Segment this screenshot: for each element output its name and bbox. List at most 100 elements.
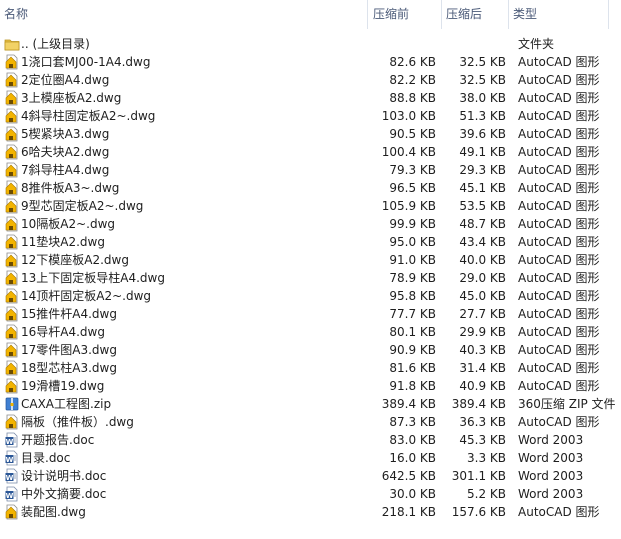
compressed-size: 53.5 KB xyxy=(459,199,506,213)
compressed-size: 45.0 KB xyxy=(459,289,506,303)
file-row[interactable]: W 开题报告.doc 83.0 KB 45.3 KB Word 2003 xyxy=(0,431,621,449)
original-size: 16.0 KB xyxy=(389,451,436,465)
column-divider[interactable] xyxy=(367,0,368,29)
autocad-file-icon xyxy=(4,144,20,160)
compressed-size: 40.9 KB xyxy=(459,379,506,393)
file-row[interactable]: 1浇口套MJ00-1A4.dwg 82.6 KB 32.5 KB AutoCAD 图形 xyxy=(0,53,621,71)
folder-icon xyxy=(4,36,20,52)
original-size: 81.6 KB xyxy=(389,361,436,375)
file-row[interactable]: 隔板（推件板）.dwg 87.3 KB 36.3 KB AutoCAD 图形 xyxy=(0,413,621,431)
file-name: 5楔紧块A3.dwg xyxy=(21,127,110,141)
file-type: Word 2003 xyxy=(518,451,584,465)
compressed-size: 32.5 KB xyxy=(459,55,506,69)
file-name: 9型芯固定板A2~.dwg xyxy=(21,199,144,213)
file-row[interactable]: 10隔板A2~.dwg 99.9 KB 48.7 KB AutoCAD 图形 xyxy=(0,215,621,233)
file-row[interactable]: W 目录.doc 16.0 KB 3.3 KB Word 2003 xyxy=(0,449,621,467)
svg-text:W: W xyxy=(6,474,14,482)
file-type: AutoCAD 图形 xyxy=(518,181,600,195)
autocad-file-icon xyxy=(4,126,20,142)
file-type: AutoCAD 图形 xyxy=(518,127,600,141)
file-type: AutoCAD 图形 xyxy=(518,163,600,177)
file-type: AutoCAD 图形 xyxy=(518,379,600,393)
file-row[interactable]: W 中外文摘要.doc 30.0 KB 5.2 KB Word 2003 xyxy=(0,485,621,503)
file-type: AutoCAD 图形 xyxy=(518,73,600,87)
file-type: Word 2003 xyxy=(518,433,584,447)
original-size: 82.2 KB xyxy=(389,73,436,87)
file-name: 1浇口套MJ00-1A4.dwg xyxy=(21,55,151,69)
file-row[interactable]: W 设计说明书.doc 642.5 KB 301.1 KB Word 2003 xyxy=(0,467,621,485)
file-row[interactable]: 11垫块A2.dwg 95.0 KB 43.4 KB AutoCAD 图形 xyxy=(0,233,621,251)
column-header-type[interactable]: 类型 xyxy=(513,0,537,29)
file-name: 开题报告.doc xyxy=(21,433,95,447)
column-divider[interactable] xyxy=(508,0,509,29)
file-type: 文件夹 xyxy=(518,37,555,51)
file-name: 装配图.dwg xyxy=(21,505,86,519)
file-type: AutoCAD 图形 xyxy=(518,271,600,285)
file-row[interactable]: .. (上级目录) 文件夹 xyxy=(0,35,621,53)
file-type: Word 2003 xyxy=(518,469,584,483)
file-row[interactable]: 16导杆A4.dwg 80.1 KB 29.9 KB AutoCAD 图形 xyxy=(0,323,621,341)
file-row[interactable]: CAXA工程图.zip 389.4 KB 389.4 KB 360压缩 ZIP 文件 xyxy=(0,395,621,413)
original-size: 218.1 KB xyxy=(381,505,436,519)
compressed-size: 40.3 KB xyxy=(459,343,506,357)
file-type: Word 2003 xyxy=(518,487,584,501)
original-size: 80.1 KB xyxy=(389,325,436,339)
file-type: AutoCAD 图形 xyxy=(518,343,600,357)
original-size: 100.4 KB xyxy=(381,145,436,159)
autocad-file-icon xyxy=(4,324,20,340)
file-row[interactable]: 17零件图A3.dwg 90.9 KB 40.3 KB AutoCAD 图形 xyxy=(0,341,621,359)
file-row[interactable]: 19滑槽19.dwg 91.8 KB 40.9 KB AutoCAD 图形 xyxy=(0,377,621,395)
file-row[interactable]: 4斜导柱固定板A2~.dwg 103.0 KB 51.3 KB AutoCAD 图形 xyxy=(0,107,621,125)
compressed-size: 36.3 KB xyxy=(459,415,506,429)
file-name: 中外文摘要.doc xyxy=(21,487,107,501)
column-header-name[interactable]: 名称 xyxy=(4,0,28,29)
column-divider[interactable] xyxy=(608,0,609,29)
autocad-file-icon xyxy=(4,342,20,358)
compressed-size: 301.1 KB xyxy=(451,469,506,483)
file-row[interactable]: 13上下固定板导柱A4.dwg 78.9 KB 29.0 KB AutoCAD 图形 xyxy=(0,269,621,287)
file-name: 目录.doc xyxy=(21,451,71,465)
original-size: 105.9 KB xyxy=(381,199,436,213)
file-row[interactable]: 12下模座板A2.dwg 91.0 KB 40.0 KB AutoCAD 图形 xyxy=(0,251,621,269)
original-size: 30.0 KB xyxy=(389,487,436,501)
original-size: 82.6 KB xyxy=(389,55,436,69)
column-divider[interactable] xyxy=(441,0,442,29)
column-header-compressed-size[interactable]: 压缩后 xyxy=(446,0,482,29)
compressed-size: 45.1 KB xyxy=(459,181,506,195)
file-row[interactable]: 15推件杆A4.dwg 77.7 KB 27.7 KB AutoCAD 图形 xyxy=(0,305,621,323)
file-row[interactable]: 7斜导柱A4.dwg 79.3 KB 29.3 KB AutoCAD 图形 xyxy=(0,161,621,179)
file-row[interactable]: 2定位圈A4.dwg 82.2 KB 32.5 KB AutoCAD 图形 xyxy=(0,71,621,89)
compressed-size: 45.3 KB xyxy=(459,433,506,447)
file-row[interactable]: 18型芯柱A3.dwg 81.6 KB 31.4 KB AutoCAD 图形 xyxy=(0,359,621,377)
file-type: AutoCAD 图形 xyxy=(518,361,600,375)
original-size: 95.0 KB xyxy=(389,235,436,249)
file-row[interactable]: 装配图.dwg 218.1 KB 157.6 KB AutoCAD 图形 xyxy=(0,503,621,521)
compressed-size: 43.4 KB xyxy=(459,235,506,249)
autocad-file-icon xyxy=(4,414,20,430)
file-name: 11垫块A2.dwg xyxy=(21,235,105,249)
original-size: 91.0 KB xyxy=(389,253,436,267)
compressed-size: 5.2 KB xyxy=(467,487,506,501)
file-row[interactable]: 8推件板A3~.dwg 96.5 KB 45.1 KB AutoCAD 图形 xyxy=(0,179,621,197)
file-row[interactable]: 9型芯固定板A2~.dwg 105.9 KB 53.5 KB AutoCAD 图形 xyxy=(0,197,621,215)
column-header-original-size[interactable]: 压缩前 xyxy=(373,0,409,29)
file-row[interactable]: 6哈夫块A2.dwg 100.4 KB 49.1 KB AutoCAD 图形 xyxy=(0,143,621,161)
file-type: 360压缩 ZIP 文件 xyxy=(518,397,616,411)
file-type: AutoCAD 图形 xyxy=(518,505,600,519)
compressed-size: 29.0 KB xyxy=(459,271,506,285)
autocad-file-icon xyxy=(4,234,20,250)
file-type: AutoCAD 图形 xyxy=(518,253,600,267)
autocad-file-icon xyxy=(4,216,20,232)
file-row[interactable]: 14顶杆固定板A2~.dwg 95.8 KB 45.0 KB AutoCAD 图形 xyxy=(0,287,621,305)
file-name: 19滑槽19.dwg xyxy=(21,379,105,393)
compressed-size: 3.3 KB xyxy=(467,451,506,465)
original-size: 95.8 KB xyxy=(389,289,436,303)
compressed-size: 389.4 KB xyxy=(451,397,506,411)
file-row[interactable]: 5楔紧块A3.dwg 90.5 KB 39.6 KB AutoCAD 图形 xyxy=(0,125,621,143)
autocad-file-icon xyxy=(4,252,20,268)
file-name: 18型芯柱A3.dwg xyxy=(21,361,117,375)
compressed-size: 32.5 KB xyxy=(459,73,506,87)
original-size: 90.9 KB xyxy=(389,343,436,357)
file-row[interactable]: 3上模座板A2.dwg 88.8 KB 38.0 KB AutoCAD 图形 xyxy=(0,89,621,107)
file-type: AutoCAD 图形 xyxy=(518,325,600,339)
